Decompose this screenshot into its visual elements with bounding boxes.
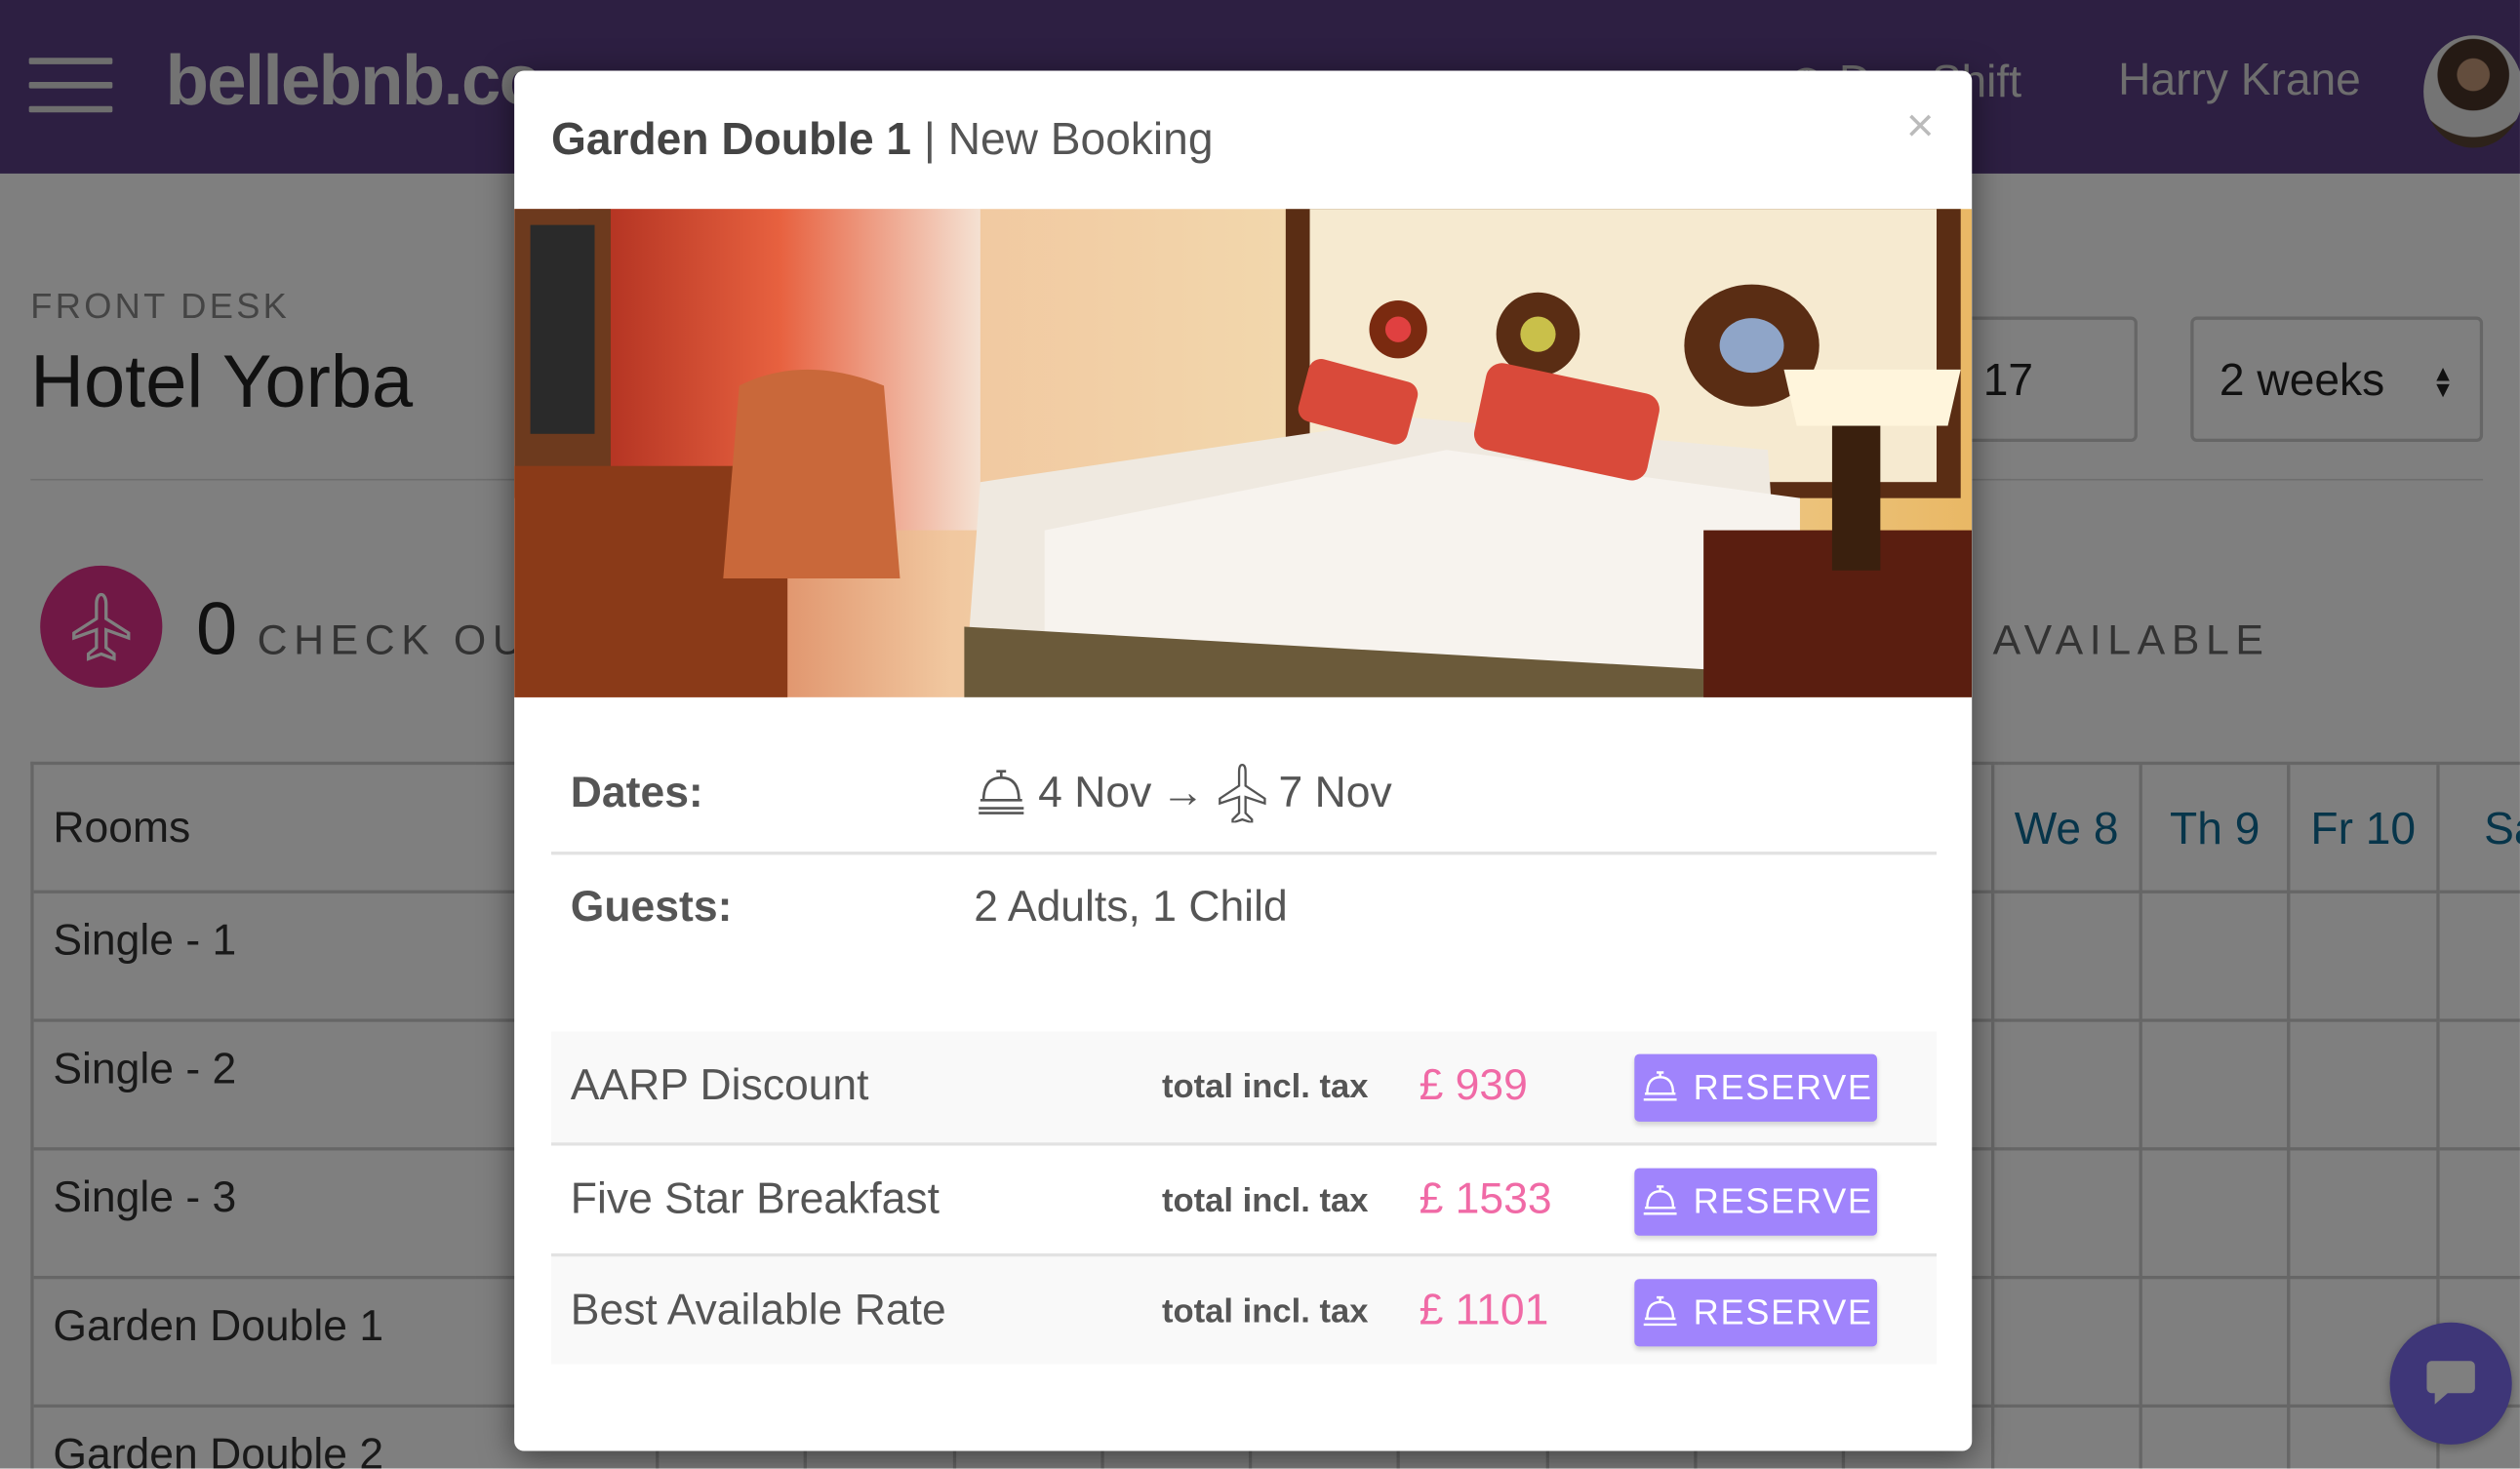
dates-label: Dates:: [570, 768, 703, 816]
reserve-label: RESERVE: [1693, 1066, 1873, 1107]
guests-label: Guests:: [570, 882, 733, 931]
tax-label: total incl. tax: [1161, 1182, 1369, 1220]
divider: [551, 852, 1937, 855]
rate-price: £ 1533: [1419, 1174, 1552, 1223]
modal-room-name: Garden Double 1: [551, 113, 912, 165]
modal-title: Garden Double 1 | New Booking: [551, 114, 1213, 166]
rate-name: AARP Discount: [570, 1060, 869, 1109]
rate-row: Best Available Rate total incl. tax £ 1101…: [551, 1252, 1937, 1365]
modal-title-suffix: | New Booking: [911, 113, 1214, 165]
reserve-button[interactable]: RESERVE: [1634, 1168, 1878, 1236]
rate-price: £ 1101: [1419, 1285, 1549, 1334]
tax-label: total incl. tax: [1161, 1068, 1369, 1106]
new-booking-modal: Garden Double 1 | New Booking × Dates: 4…: [514, 70, 1973, 1451]
reserve-button[interactable]: RESERVE: [1634, 1053, 1878, 1122]
plane-icon: [1218, 763, 1265, 823]
tax-label: total incl. tax: [1161, 1293, 1369, 1330]
front-desk-page: bellebnb.co ◷ Day Shift Harry Krane FRON…: [0, 0, 2520, 1469]
rate-name: Best Available Rate: [570, 1285, 946, 1334]
reserve-button[interactable]: RESERVE: [1634, 1279, 1878, 1347]
reception-bell-icon: [1643, 1185, 1676, 1215]
check-in-date: 4 Nov: [1038, 767, 1152, 816]
date-arrow: →: [1161, 767, 1205, 816]
rate-row: Five Star Breakfast total incl. tax £ 1533…: [551, 1142, 1937, 1253]
rate-name: Five Star Breakfast: [570, 1174, 940, 1223]
reserve-label: RESERVE: [1693, 1291, 1873, 1332]
rate-row: AARP Discount total incl. tax £ 939 RESERVE: [551, 1031, 1937, 1143]
reception-bell-icon: [1643, 1071, 1676, 1101]
reserve-label: RESERVE: [1693, 1180, 1873, 1221]
reception-bell-icon: [979, 770, 1024, 814]
check-out-date: 7 Nov: [1278, 767, 1392, 816]
reception-bell-icon: [1643, 1295, 1676, 1327]
room-photo: [514, 209, 1973, 697]
dates-value: 4 Nov → 7 Nov: [974, 762, 1392, 823]
rate-price: £ 939: [1419, 1060, 1528, 1109]
close-button[interactable]: ×: [1906, 99, 1935, 154]
guests-value: 2 Adults, 1 Child: [974, 882, 1288, 931]
